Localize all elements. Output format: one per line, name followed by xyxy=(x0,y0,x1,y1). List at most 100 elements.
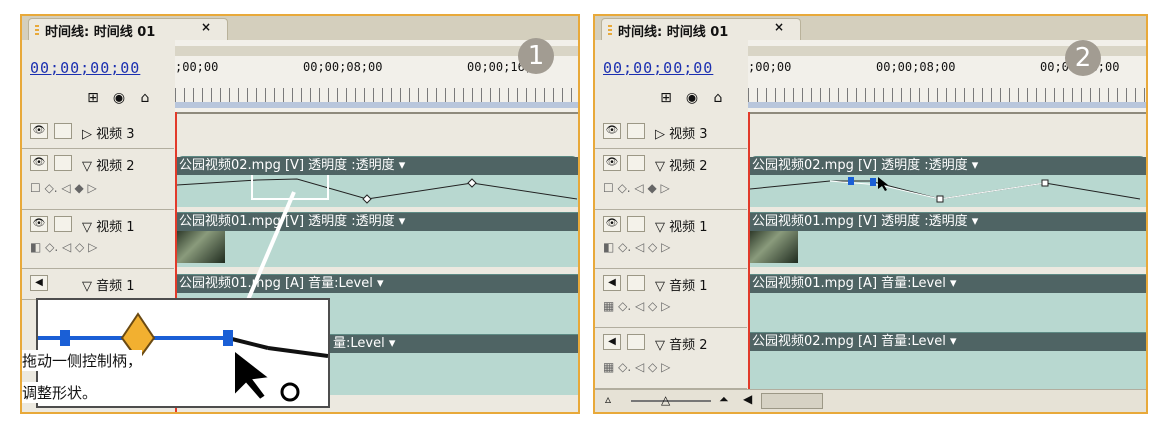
tab-title: 时间线: 时间线 01 xyxy=(45,25,156,40)
ruler-ticks xyxy=(748,88,1146,102)
snap-icon[interactable]: ⊞ xyxy=(655,88,677,108)
lock-icon[interactable] xyxy=(627,155,645,171)
callout-caption-1: 拖动一侧控制柄， xyxy=(22,350,143,371)
clip-label: 公园视频02.mpg [V] 透明度 :透明度 ▾ xyxy=(177,157,578,175)
track-header-audio1: ◀ ▽ 音频 1 ▦ ◇. ◁ ◇ ▷ xyxy=(595,269,747,328)
opacity-keyframe-line[interactable] xyxy=(750,175,1148,207)
track-header-video2: 👁 ▽ 视频 2 ☐ ◇. ◁ ◆ ▷ xyxy=(22,149,174,210)
keyframe-controls[interactable]: ◧ ◇. ◁ ◇ ▷ xyxy=(603,240,670,254)
ruler-label: ;00;00 xyxy=(748,60,792,74)
eye-icon[interactable]: 👁 xyxy=(30,216,48,232)
close-icon[interactable]: × xyxy=(201,20,211,34)
track-name: ▽ 视频 2 xyxy=(655,159,708,174)
work-area-bar[interactable] xyxy=(748,102,1146,108)
track-header-video2: 👁 ▽ 视频 2 ☐ ◇. ◁ ◆ ▷ xyxy=(595,149,747,210)
lock-icon[interactable] xyxy=(54,123,72,139)
track-name: ▽ 音频 1 xyxy=(655,279,708,294)
track-name: ▽ 视频 2 xyxy=(82,159,135,174)
eye-icon[interactable]: 👁 xyxy=(603,155,621,171)
grip-icon xyxy=(35,25,39,35)
snap-icon[interactable]: ⊞ xyxy=(82,88,104,108)
zoom-slider-track[interactable] xyxy=(631,400,711,402)
callout-caption-2: 调整形状。 xyxy=(22,382,98,403)
tab-bar: 时间线: 时间线 01 × xyxy=(22,16,578,40)
cursor-icon xyxy=(233,347,273,402)
timeline-panel-1: 时间线: 时间线 01 × 00;00;00;00 ⊞ ◉ ⌂ ;00;00 0… xyxy=(20,14,580,414)
keyframe-controls[interactable]: ◧ ◇. ◁ ◇ ▷ xyxy=(30,240,97,254)
keyframe-controls[interactable]: ▦ ◇. ◁ ◇ ▷ xyxy=(603,299,670,313)
track-header-audio1: ◀ ▽ 音频 1 xyxy=(22,269,174,300)
track-header-video3: 👁 ▷ 视频 3 xyxy=(22,114,174,149)
lock-icon[interactable] xyxy=(627,275,645,291)
timeline-tab[interactable]: 时间线: 时间线 01 × xyxy=(601,18,801,40)
track-name: ▽ 视频 1 xyxy=(82,220,135,235)
work-area-bar[interactable] xyxy=(175,102,578,108)
clip-video1[interactable]: 公园视频01.mpg [V] 透明度 :透明度 ▾ xyxy=(177,212,578,267)
timecode-display[interactable]: 00;00;00;00 xyxy=(30,59,140,77)
clip-audio2[interactable]: 公园视频02.mpg [A] 音量:Level ▾ xyxy=(750,332,1146,391)
clip-thumbnail xyxy=(750,231,798,263)
timecode-display[interactable]: 00;00;00;00 xyxy=(603,59,713,77)
eye-icon[interactable]: 👁 xyxy=(603,123,621,139)
speaker-icon[interactable]: ◀ xyxy=(603,334,621,350)
speaker-icon[interactable]: ◀ xyxy=(603,275,621,291)
tab-title: 时间线: 时间线 01 xyxy=(618,25,729,40)
horizontal-scrollbar[interactable] xyxy=(761,393,823,409)
track-name: ▽ 视频 1 xyxy=(655,220,708,235)
timeline-tab[interactable]: 时间线: 时间线 01 × xyxy=(28,18,228,40)
home-icon[interactable]: ⌂ xyxy=(134,88,156,108)
step-number: 2 xyxy=(1065,40,1101,76)
keyframe-controls[interactable]: ▦ ◇. ◁ ◇ ▷ xyxy=(603,360,670,374)
track-name: ▷ 视频 3 xyxy=(82,127,135,142)
clip-label: 公园视频01.mpg [A] 音量:Level ▾ xyxy=(750,275,1146,293)
lock-icon[interactable] xyxy=(627,123,645,139)
lock-icon[interactable] xyxy=(627,334,645,350)
track-name: ▽ 音频 1 xyxy=(82,279,135,294)
zoom-in-icon[interactable]: ⏶ xyxy=(719,392,729,407)
ruler-label: 00;00;08;00 xyxy=(876,60,956,74)
timeline-tools: ⊞ ◉ ⌂ xyxy=(82,88,172,110)
track-header-video1: 👁 ▽ 视频 1 ◧ ◇. ◁ ◇ ▷ xyxy=(595,210,747,269)
clip-audio1[interactable]: 公园视频01.mpg [A] 音量:Level ▾ xyxy=(750,274,1146,333)
lock-icon[interactable] xyxy=(627,216,645,232)
clip-video2[interactable]: 公园视频02.mpg [V] 透明度 :透明度 ▾ xyxy=(750,156,1146,207)
step-number: 1 xyxy=(518,38,554,74)
lock-icon[interactable] xyxy=(54,216,72,232)
scroll-left-icon[interactable]: ◀ xyxy=(743,392,752,406)
keyframe-controls[interactable]: ☐ ◇. ◁ ◆ ▷ xyxy=(603,181,670,195)
keyframe-controls[interactable]: ☐ ◇. ◁ ◆ ▷ xyxy=(30,181,97,195)
home-icon[interactable]: ⌂ xyxy=(707,88,729,108)
eye-icon[interactable]: 👁 xyxy=(30,123,48,139)
clip-label: 公园视频01.mpg [A] 音量:Level ▾ xyxy=(177,275,578,293)
clip-label: 公园视频01.mpg [V] 透明度 :透明度 ▾ xyxy=(750,213,1146,231)
track-header-video3: 👁 ▷ 视频 3 xyxy=(595,114,747,149)
speaker-icon[interactable]: ◀ xyxy=(30,275,48,291)
track-header-audio2: ◀ ▽ 音频 2 ▦ ◇. ◁ ◇ ▷ xyxy=(595,328,747,389)
close-icon[interactable]: × xyxy=(774,20,784,34)
clip-label: 公园视频02.mpg [A] 音量:Level ▾ xyxy=(750,333,1146,351)
clip-label: 公园视频01.mpg [V] 透明度 :透明度 ▾ xyxy=(177,213,578,231)
clip-video2[interactable]: 公园视频02.mpg [V] 透明度 :透明度 ▾ xyxy=(177,156,578,207)
marker-icon[interactable]: ◉ xyxy=(681,88,703,108)
zoom-slider-thumb[interactable]: △ xyxy=(661,393,670,407)
eye-icon[interactable]: 👁 xyxy=(30,155,48,171)
clip-label: 公园视频02.mpg [V] 透明度 :透明度 ▾ xyxy=(750,157,1146,175)
ruler-label: ;00;00 xyxy=(175,60,219,74)
clip-video1[interactable]: 公园视频01.mpg [V] 透明度 :透明度 ▾ xyxy=(750,212,1146,267)
lock-icon[interactable] xyxy=(54,155,72,171)
timeline-panel-2: 时间线: 时间线 01 × 00;00;00;00 ⊞ ◉ ⌂ ;00;00 0… xyxy=(593,14,1148,414)
clip-thumbnail xyxy=(177,231,225,263)
eye-icon[interactable]: 👁 xyxy=(603,216,621,232)
grip-icon xyxy=(608,25,612,35)
zoom-slider-bar[interactable]: ▵ △ ⏶ ◀ xyxy=(595,389,1146,412)
ruler-label: 00;00;08;00 xyxy=(303,60,383,74)
marker-icon[interactable]: ◉ xyxy=(108,88,130,108)
timeline-tools: ⊞ ◉ ⌂ xyxy=(655,88,745,110)
track-name: ▽ 音频 2 xyxy=(655,338,708,353)
ruler-ticks xyxy=(175,88,578,102)
tab-bar: 时间线: 时间线 01 × xyxy=(595,16,1146,40)
track-name: ▷ 视频 3 xyxy=(655,127,708,142)
zoom-out-icon[interactable]: ▵ xyxy=(605,392,611,406)
track-header-video1: 👁 ▽ 视频 1 ◧ ◇. ◁ ◇ ▷ xyxy=(22,210,174,269)
opacity-keyframe-line[interactable] xyxy=(177,175,577,207)
